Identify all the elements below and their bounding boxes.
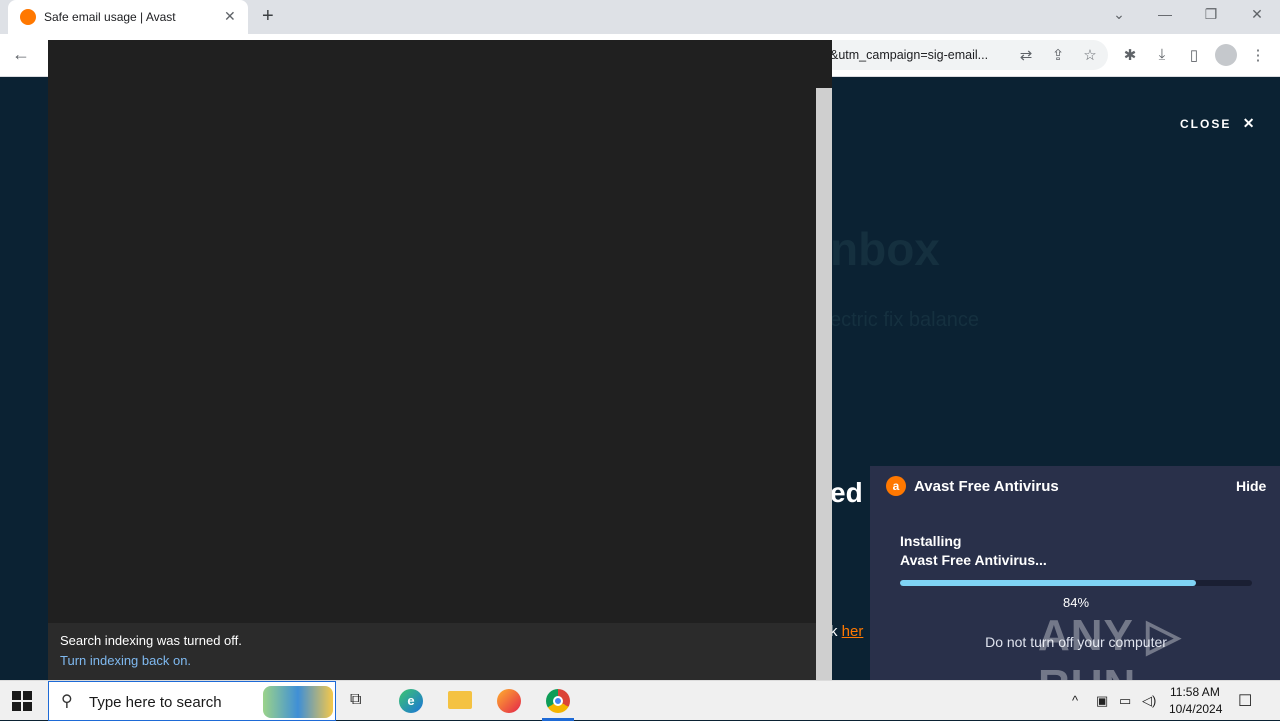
notice-title: Search indexing was turned off. bbox=[60, 633, 242, 648]
network-icon[interactable]: ▭ bbox=[1119, 693, 1131, 709]
popup-title: Avast Free Antivirus bbox=[914, 478, 1059, 495]
close-icon: ✕ bbox=[1242, 115, 1257, 131]
close-link[interactable]: CLOSE ✕ bbox=[1180, 115, 1256, 132]
status-line-1: Installing bbox=[900, 533, 962, 549]
search-icon: ⚲ bbox=[61, 693, 73, 710]
status-line-2: Avast Free Antivirus... bbox=[900, 552, 1047, 568]
volume-icon[interactable]: ◁) bbox=[1142, 693, 1156, 709]
tab-close-icon[interactable]: ✕ bbox=[224, 8, 236, 25]
search-panel-overlay: Search indexing was turned off. Turn ind… bbox=[48, 40, 832, 680]
hide-button[interactable]: Hide bbox=[1236, 478, 1266, 494]
chrome-icon[interactable] bbox=[546, 689, 570, 713]
faded-heading: nbox bbox=[830, 223, 940, 275]
menu-kebab-icon[interactable]: ⋮ bbox=[1248, 46, 1268, 64]
partial-text: k her bbox=[830, 623, 863, 640]
avast-favicon-icon bbox=[20, 9, 36, 25]
task-view-icon[interactable]: ⧉ bbox=[350, 691, 361, 709]
tab-title: Safe email usage | Avast bbox=[44, 10, 176, 24]
share-icon[interactable]: ⇪ bbox=[1048, 46, 1068, 64]
partial-heading: ed bbox=[830, 477, 863, 508]
scrollbar[interactable] bbox=[816, 88, 832, 680]
search-placeholder: Type here to search bbox=[89, 694, 222, 711]
edge-icon[interactable]: e bbox=[399, 689, 423, 713]
progress-percent: 84% bbox=[1062, 595, 1090, 610]
close-window-button[interactable]: ✕ bbox=[1242, 6, 1272, 23]
firefox-icon[interactable] bbox=[497, 689, 521, 713]
clock-date[interactable]: 10/4/2024 bbox=[1169, 702, 1222, 716]
partial-link[interactable]: her bbox=[842, 623, 864, 640]
extensions-puzzle-icon[interactable]: ✱ bbox=[1120, 46, 1140, 64]
side-panel-icon[interactable]: ▯ bbox=[1184, 46, 1204, 64]
browser-tab[interactable]: Safe email usage | Avast ✕ bbox=[8, 0, 248, 34]
tray-device-icon[interactable]: ▣ bbox=[1096, 693, 1108, 709]
windows-start-icon[interactable] bbox=[12, 691, 32, 711]
progress-fill bbox=[900, 580, 1196, 586]
download-icon[interactable]: ⤓ bbox=[1152, 46, 1172, 63]
back-arrow-icon[interactable]: ← bbox=[12, 44, 30, 65]
show-hidden-icons-chevron-icon[interactable]: ^ bbox=[1072, 693, 1078, 708]
browser-tabstrip: Safe email usage | Avast ✕ + ⌄ — ❐ ✕ bbox=[0, 0, 1280, 34]
avast-logo-icon: a bbox=[886, 476, 906, 496]
minimize-button[interactable]: — bbox=[1150, 6, 1180, 22]
close-label: CLOSE bbox=[1180, 117, 1232, 131]
url-text: &utm_campaign=sig-email... bbox=[830, 48, 989, 62]
turn-indexing-on-link[interactable]: Turn indexing back on. bbox=[60, 653, 191, 668]
file-explorer-icon[interactable] bbox=[448, 691, 472, 709]
restore-button[interactable]: ❐ bbox=[1196, 6, 1226, 23]
indexing-notice: Search indexing was turned off. Turn ind… bbox=[48, 623, 816, 680]
profile-avatar-icon[interactable] bbox=[1215, 44, 1237, 66]
faded-subheading: ectric fix balance bbox=[830, 309, 979, 331]
search-highlight-image bbox=[263, 686, 333, 718]
new-tab-button[interactable]: + bbox=[262, 5, 274, 28]
notifications-icon[interactable]: ☐ bbox=[1238, 691, 1252, 711]
bookmark-star-icon[interactable]: ☆ bbox=[1080, 46, 1100, 64]
windows-taskbar: ⚲ Type here to search ⧉ e ^ ▣ ▭ ◁) 11:58… bbox=[0, 680, 1280, 721]
progress-bar bbox=[900, 580, 1252, 586]
taskbar-search-box[interactable]: ⚲ Type here to search bbox=[48, 681, 336, 721]
translate-icon[interactable]: ⇄ bbox=[1016, 46, 1036, 64]
tab-search-dropdown-icon[interactable]: ⌄ bbox=[1104, 6, 1134, 23]
clock-time[interactable]: 11:58 AM bbox=[1170, 685, 1220, 699]
